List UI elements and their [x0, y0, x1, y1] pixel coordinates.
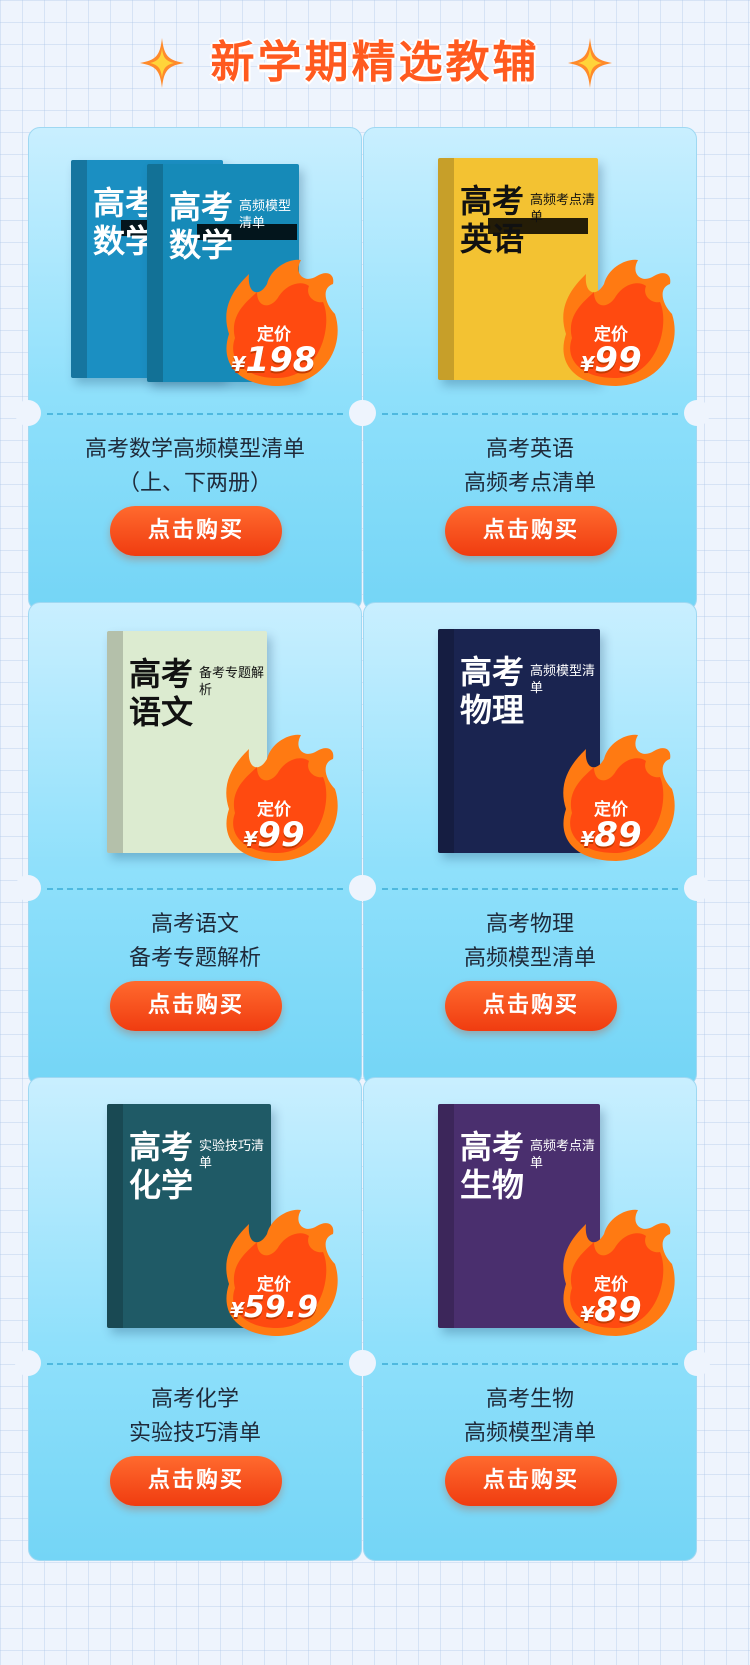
sparkle-icon: [568, 38, 612, 88]
card-divider: [47, 1363, 343, 1365]
price-flame-badge: 定价 ¥59.9: [209, 1204, 339, 1344]
card-divider: [47, 413, 343, 415]
product-name: 高考语文 备考专题解析: [128, 912, 261, 971]
price-flame-badge: 定价 ¥89: [546, 729, 676, 869]
page-title: 新学期精选教辅: [210, 37, 540, 88]
product-card-math: 高考数学 高频模型清单 高考数学 高频模型清单 定价 ¥198 高考数学高频模型…: [15, 127, 375, 611]
product-card-chemistry: 高考化学 实验技巧清单 定价 ¥59.9 高考化学 实验技巧清单 点击购买: [15, 1077, 375, 1561]
product-name: 高考生物 高频模型清单: [463, 1387, 596, 1446]
product-card-biology: 高考生物 高频考点清单 定价 ¥89 高考生物 高频模型清单 点击购买: [350, 1077, 710, 1561]
buy-button[interactable]: 点击购买: [445, 981, 617, 1031]
card-divider: [382, 413, 678, 415]
price-flame-badge: 定价 ¥99: [209, 729, 339, 869]
price-flame-badge: 定价 ¥99: [546, 254, 676, 394]
buy-button[interactable]: 点击购买: [445, 506, 617, 556]
card-divider: [47, 888, 343, 890]
card-divider: [382, 1363, 678, 1365]
card-divider: [382, 888, 678, 890]
product-card-chinese: 高考语文 备考专题解析 定价 ¥99 高考语文 备考专题解析 点击购买: [15, 602, 375, 1086]
price-flame-badge: 定价 ¥198: [209, 254, 339, 394]
buy-button[interactable]: 点击购买: [110, 506, 282, 556]
buy-button[interactable]: 点击购买: [445, 1456, 617, 1506]
product-card-physics: 高考物理 高频模型清单 定价 ¥89 高考物理 高频模型清单 点击购买: [350, 602, 710, 1086]
product-name: 高考化学 实验技巧清单: [128, 1387, 261, 1446]
product-card-english: 高考英语 高频考点清单 定价 ¥99 高考英语 高频考点清单 点击购买: [350, 127, 710, 611]
sparkle-icon: [140, 38, 184, 88]
buy-button[interactable]: 点击购买: [110, 1456, 282, 1506]
page-header: 新学期精选教辅: [0, 28, 750, 98]
price-flame-badge: 定价 ¥89: [546, 1204, 676, 1344]
product-name: 高考数学高频模型清单 （上、下两册）: [84, 437, 305, 496]
product-name: 高考英语 高频考点清单: [463, 437, 596, 496]
buy-button[interactable]: 点击购买: [110, 981, 282, 1031]
product-name: 高考物理 高频模型清单: [463, 912, 596, 971]
